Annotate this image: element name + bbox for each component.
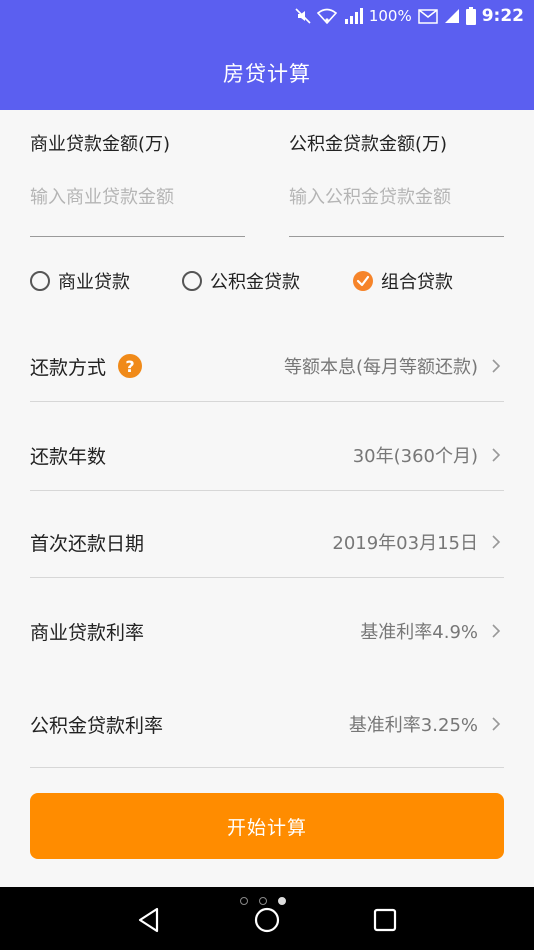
signal-icon — [344, 8, 363, 24]
app-bar: 房贷计算 — [0, 36, 534, 110]
page-dot-active — [278, 897, 286, 905]
loan-form: 商业贷款金额(万) 公积金贷款金额(万) 商业贷款 公积金贷款 组合贷款 还款方… — [0, 110, 534, 887]
commercial-amount-input[interactable] — [30, 180, 245, 214]
first-date-label: 首次还款日期 — [30, 532, 145, 555]
chevron-right-icon — [492, 534, 504, 550]
commercial-rate-label: 商业贷款利率 — [30, 621, 145, 644]
repay-years-row[interactable]: 还款年数 30年(360个月) — [30, 433, 504, 477]
page-title: 房贷计算 — [223, 62, 311, 86]
wifi-icon — [316, 8, 337, 24]
repay-method-row[interactable]: 还款方式 ? 等额本息(每月等额还款) — [30, 344, 504, 388]
repay-years-value: 30年(360个月) — [352, 446, 478, 467]
commercial-rate-row[interactable]: 商业贷款利率 基准利率4.9% — [30, 609, 504, 653]
repay-years-label: 还款年数 — [30, 445, 107, 468]
start-calculation-button[interactable]: 开始计算 — [30, 793, 504, 859]
fund-rate-value: 基准利率3.25% — [348, 715, 478, 736]
radio-label: 商业贷款 — [58, 272, 130, 293]
page-indicator — [240, 897, 286, 905]
home-icon[interactable] — [252, 905, 282, 935]
repay-method-value: 等额本息(每月等额还款) — [283, 357, 478, 378]
page-dot — [240, 897, 248, 905]
navigation-bar — [0, 887, 534, 950]
first-date-row[interactable]: 首次还款日期 2019年03月15日 — [30, 520, 504, 564]
status-bar: 100% 9:22 — [0, 0, 534, 36]
fund-rate-row[interactable]: 公积金贷款利率 基准利率3.25% — [30, 702, 504, 746]
chevron-right-icon — [492, 716, 504, 732]
repay-method-label: 还款方式 — [30, 356, 107, 379]
divider — [30, 577, 504, 578]
recents-icon[interactable] — [370, 905, 400, 935]
commercial-rate-value: 基准利率4.9% — [360, 622, 478, 643]
radio-commercial-loan[interactable]: 商业贷款 — [30, 268, 130, 294]
fund-rate-label: 公积金贷款利率 — [30, 714, 164, 737]
battery-icon — [465, 7, 476, 25]
page-dot — [259, 897, 267, 905]
fund-amount-label: 公积金贷款金额(万) — [289, 134, 448, 155]
divider — [30, 767, 504, 768]
commercial-amount-underline — [30, 236, 245, 237]
radio-label: 公积金贷款 — [210, 272, 300, 293]
divider — [30, 401, 504, 402]
clock: 9:22 — [481, 6, 524, 26]
radio-unchecked-icon — [182, 271, 202, 291]
mute-icon — [295, 8, 311, 24]
back-icon[interactable] — [134, 905, 164, 935]
commercial-amount-label: 商业贷款金额(万) — [30, 134, 171, 155]
fund-amount-input[interactable] — [289, 180, 504, 214]
mail-icon — [417, 8, 438, 24]
help-icon[interactable]: ? — [118, 354, 143, 378]
chevron-right-icon — [492, 358, 504, 374]
battery-percent: 100% — [368, 7, 412, 25]
loan-type-radio-group: 商业贷款 公积金贷款 组合贷款 — [30, 268, 504, 298]
cell-signal-icon — [444, 9, 459, 23]
fund-amount-underline — [289, 236, 504, 237]
chevron-right-icon — [492, 447, 504, 463]
radio-unchecked-icon — [30, 271, 50, 291]
radio-label: 组合贷款 — [381, 272, 453, 293]
chevron-right-icon — [492, 623, 504, 639]
first-date-value: 2019年03月15日 — [332, 533, 478, 554]
radio-fund-loan[interactable]: 公积金贷款 — [182, 268, 300, 294]
status-icons: 100% 9:22 — [295, 6, 524, 26]
radio-combined-loan[interactable]: 组合贷款 — [353, 268, 453, 294]
divider — [30, 490, 504, 491]
check-circle-icon — [353, 271, 373, 291]
